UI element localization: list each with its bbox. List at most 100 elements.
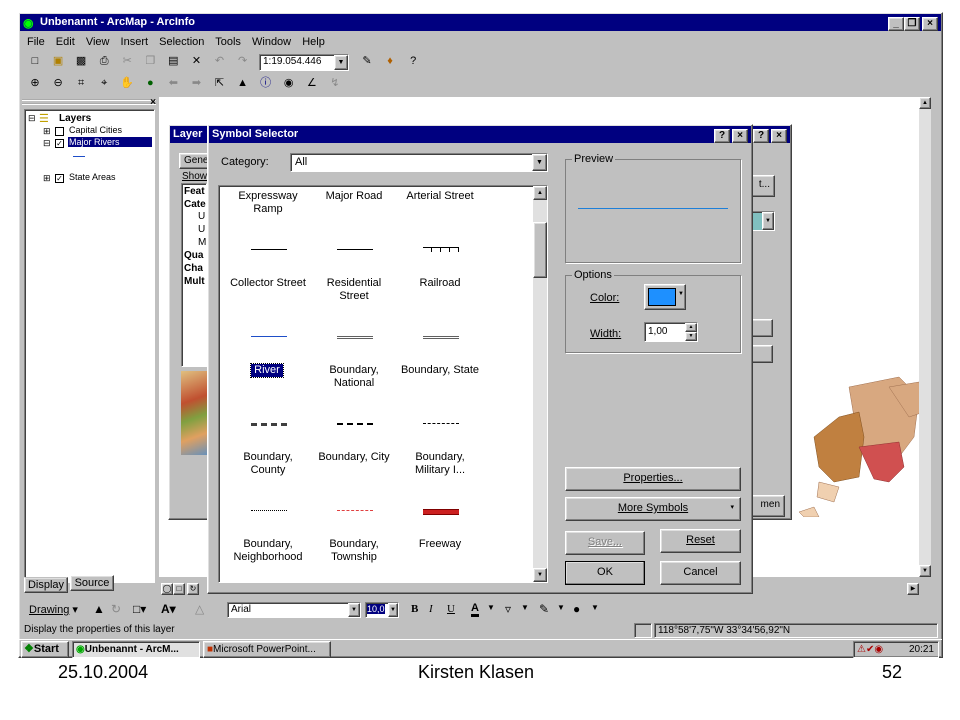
tree-item-unique-2[interactable]: U — [198, 224, 205, 235]
arctoolbox-icon[interactable]: ♦ — [382, 53, 398, 69]
copy-icon[interactable]: ❐ — [142, 53, 158, 69]
scroll-right-arrow-icon[interactable]: ▶ — [907, 583, 919, 595]
menu-selection[interactable]: Selection — [159, 36, 204, 48]
width-input[interactable]: 1,00 ▲ ▼ — [644, 322, 698, 342]
taskbar-powerpoint[interactable]: ■Microsoft PowerPoint... — [203, 641, 331, 658]
tree-item-unique-1[interactable]: U — [198, 211, 205, 222]
toc-item-major-rivers[interactable]: Major Rivers — [68, 137, 152, 147]
layer-props-close-button[interactable]: × — [771, 129, 787, 143]
state-areas-expand-icon[interactable]: ⊞ — [43, 173, 51, 184]
reset-button[interactable]: Reset — [660, 529, 741, 553]
font-size-dropdown-icon[interactable]: ▼ — [388, 603, 398, 617]
tree-item-quantities[interactable]: Qua — [184, 250, 203, 261]
symbol-cell[interactable]: River — [225, 336, 311, 447]
symbol-cell[interactable]: Boundary, Township — [311, 510, 397, 582]
scroll-up-arrow-icon[interactable]: ▲ — [919, 97, 931, 109]
font-dropdown-icon[interactable]: ▼ — [348, 603, 360, 617]
layers-label[interactable]: Layers — [59, 113, 91, 124]
tree-item-categories[interactable]: Cate — [184, 199, 206, 210]
hyperlink-icon[interactable]: ↯ — [327, 75, 343, 91]
capital-cities-expand-icon[interactable]: ⊞ — [43, 126, 51, 137]
symbol-cell[interactable]: Major Road — [311, 186, 397, 273]
symbol-gallery-scrollbar[interactable]: ▲ ▼ — [533, 186, 547, 582]
edit-vertices-icon[interactable]: △ — [195, 602, 204, 616]
gallery-scroll-down-icon[interactable]: ▼ — [533, 568, 547, 582]
editor-icon[interactable]: ✎ — [359, 53, 375, 69]
layout-view-icon[interactable]: □ — [173, 583, 185, 595]
state-areas-checkbox[interactable]: ✓ — [55, 174, 64, 183]
layer-props-right-button-2[interactable] — [751, 319, 773, 337]
fill-color-icon[interactable]: ▿ — [505, 602, 511, 616]
italic-icon[interactable]: I — [429, 603, 433, 615]
symbol-cell[interactable]: Collector Street — [225, 249, 311, 360]
color-picker-button[interactable]: ▼ — [644, 284, 686, 310]
symbol-cell[interactable]: Boundary, City — [311, 423, 397, 534]
map-scale-combo[interactable]: 1:19.054.446 ▼ — [259, 54, 349, 71]
print-icon[interactable]: ⎙ — [96, 53, 112, 69]
taskbar-arcmap[interactable]: ◉Unbenannt - ArcM... — [72, 641, 200, 658]
layer-props-help-button[interactable]: ? — [753, 129, 769, 143]
start-button[interactable]: ❖Start — [21, 641, 69, 658]
capital-cities-checkbox[interactable] — [55, 127, 64, 136]
menu-tools[interactable]: Tools — [215, 36, 241, 48]
tray-icons[interactable]: ⚠✔◉ — [857, 644, 883, 655]
tab-source[interactable]: Source — [70, 575, 114, 591]
rotate-icon[interactable]: ↻ — [111, 602, 121, 616]
zoom-out-icon[interactable]: ⊖ — [50, 75, 66, 91]
rectangle-tool-icon[interactable]: □▾ — [133, 602, 146, 616]
symbol-cell[interactable]: Arterial Street — [397, 186, 483, 273]
menu-view[interactable]: View — [86, 36, 110, 48]
text-tool-icon[interactable]: A▾ — [161, 602, 176, 616]
menu-file[interactable]: File — [27, 36, 45, 48]
select-features-icon[interactable]: ⇱ — [212, 75, 228, 91]
tree-item-features[interactable]: Feat — [184, 186, 205, 197]
paste-icon[interactable]: ▤ — [165, 53, 181, 69]
redo-icon[interactable]: ↷ — [235, 53, 251, 69]
full-extent-globe-icon[interactable]: ● — [142, 75, 158, 91]
toc-item-capital-cities[interactable]: Capital Cities — [69, 125, 122, 135]
line-color-dropdown-icon[interactable]: ▼ — [557, 603, 565, 612]
open-folder-icon[interactable]: ▣ — [50, 53, 66, 69]
font-size-combo[interactable]: 10,0 ▼ — [365, 602, 399, 618]
symbol-cell[interactable]: Residential Street — [311, 249, 397, 360]
refresh-icon[interactable]: ↻ — [187, 583, 199, 595]
menu-help[interactable]: Help — [302, 36, 325, 48]
back-arrow-icon[interactable]: ⬅ — [165, 75, 181, 91]
tab-general[interactable]: Gene — [179, 153, 209, 169]
major-rivers-checkbox[interactable]: ✓ — [55, 139, 64, 148]
menu-insert[interactable]: Insert — [121, 36, 149, 48]
color-dropdown-icon[interactable]: ▼ — [678, 291, 684, 297]
restore-button[interactable]: ❐ — [904, 17, 920, 31]
pan-hand-icon[interactable]: ✋ — [119, 75, 135, 91]
minimize-button[interactable]: _ — [888, 17, 904, 31]
drawing-menu[interactable]: Drawing ▾ — [29, 603, 78, 616]
width-decrease-icon[interactable]: ▼ — [685, 332, 697, 341]
properties-button[interactable]: Properties... — [565, 467, 741, 491]
cut-icon[interactable]: ✂ — [119, 53, 135, 69]
save-icon[interactable]: ▩ — [73, 53, 89, 69]
gallery-scroll-thumb[interactable] — [533, 222, 547, 278]
width-increase-icon[interactable]: ▲ — [685, 323, 697, 332]
gallery-scroll-up-icon[interactable]: ▲ — [533, 186, 547, 200]
symbol-cell[interactable]: Railroad — [397, 247, 483, 360]
whats-this-icon[interactable]: ? — [405, 53, 421, 69]
font-color-dropdown-icon[interactable]: ▼ — [487, 603, 495, 612]
zoom-in-icon[interactable]: ⊕ — [27, 75, 43, 91]
major-rivers-collapse-icon[interactable]: ⊟ — [43, 138, 51, 149]
river-legend-swatch[interactable] — [73, 156, 85, 157]
fill-color-dropdown-icon[interactable]: ▼ — [521, 603, 529, 612]
layer-props-right-button-3[interactable] — [751, 345, 773, 363]
more-symbols-button[interactable]: More Symbols ▾ — [565, 497, 741, 521]
fixed-zoom-out-icon[interactable]: ⌖ — [96, 75, 112, 91]
symbol-cell[interactable]: Boundary, County — [225, 423, 311, 534]
menu-window[interactable]: Window — [252, 36, 291, 48]
measure-icon[interactable]: ∠ — [304, 75, 320, 91]
tab-display[interactable]: Display — [24, 577, 68, 593]
data-view-icon[interactable]: ◯ — [161, 583, 173, 595]
identify-icon[interactable]: ⓘ — [258, 75, 274, 91]
toc-close-icon[interactable]: × — [150, 97, 156, 108]
font-color-icon[interactable]: A — [471, 602, 479, 617]
undo-icon[interactable]: ↶ — [212, 53, 228, 69]
close-button[interactable]: × — [922, 17, 938, 31]
symbol-cell[interactable]: Boundary, State — [397, 336, 483, 447]
